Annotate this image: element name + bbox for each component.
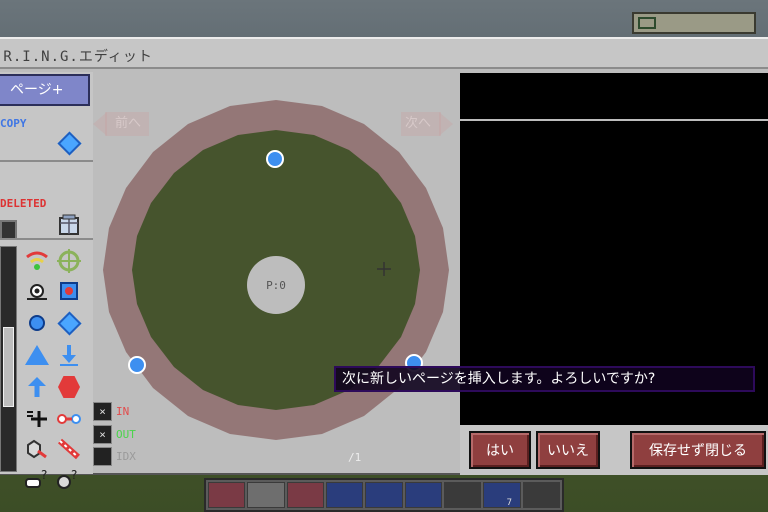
next-page-button[interactable]: 次へ xyxy=(401,112,453,136)
out-checkbox[interactable]: × xyxy=(93,425,112,444)
prev-page-label: 前へ xyxy=(115,116,142,131)
out-label: OUT xyxy=(116,428,136,441)
link-chain-tool[interactable] xyxy=(56,406,82,432)
trash-cube-icon[interactable] xyxy=(56,212,82,238)
chevron-left-icon xyxy=(93,112,107,136)
close-without-saving-button[interactable]: 保存せず閉じる xyxy=(630,431,766,469)
hex-bolt-tool[interactable] xyxy=(24,436,50,462)
svg-text:?: ? xyxy=(71,468,77,482)
tool-scrollbar[interactable] xyxy=(0,246,17,472)
hotbar-count: 7 xyxy=(506,498,512,508)
diamond-node-tool[interactable] xyxy=(56,310,82,336)
idx-label: IDX xyxy=(116,450,136,463)
ring-node[interactable] xyxy=(128,356,146,374)
title-bar: .R.I.N.G.エディット xyxy=(0,39,768,69)
idx-checkbox[interactable] xyxy=(93,447,112,466)
copy-label: COPY xyxy=(0,117,27,130)
page-count: /1 xyxy=(348,451,362,464)
minimap-frame xyxy=(632,12,756,34)
confirm-message: 次に新しいページを挿入します。よろしいですか? xyxy=(334,366,755,392)
ring-canvas[interactable]: P:0 前へ 次へ xyxy=(93,72,459,468)
crosshair-target-tool[interactable] xyxy=(56,248,82,274)
copy-diamond-tool[interactable] xyxy=(56,130,82,156)
add-page-button[interactable]: ページ+ xyxy=(0,74,90,106)
deleted-slot[interactable] xyxy=(0,220,17,240)
stop-hexagon-tool[interactable] xyxy=(56,374,82,400)
scroll-thumb[interactable] xyxy=(3,327,14,407)
question-node-tool[interactable]: ? xyxy=(56,466,82,492)
properties-panel xyxy=(460,121,768,461)
tool-palette: ページ+ COPY DELETED ? ? xyxy=(0,72,93,489)
ring-node[interactable] xyxy=(266,150,284,168)
plus-arrow-tool[interactable] xyxy=(24,406,50,432)
blue-red-node-tool[interactable] xyxy=(56,278,82,304)
red-chain-tool[interactable] xyxy=(56,436,82,462)
ring-editor-window: .R.I.N.G.エディット ページ+ COPY DELETED ? ? P:0… xyxy=(0,37,768,489)
prev-page-button[interactable]: 前へ xyxy=(93,112,149,136)
next-page-label: 次へ xyxy=(405,116,432,131)
window-title: .R.I.N.G.エディット xyxy=(0,49,153,65)
preview-panel xyxy=(460,73,768,119)
wifi-signal-tool[interactable] xyxy=(24,248,50,274)
circle-node-tool[interactable] xyxy=(24,310,50,336)
down-arrow-split-tool[interactable] xyxy=(56,342,82,368)
svg-text:?: ? xyxy=(41,468,47,482)
in-label: IN xyxy=(116,405,130,418)
yes-button[interactable]: はい xyxy=(469,431,531,469)
no-button[interactable]: いいえ xyxy=(536,431,600,469)
deleted-label: DELETED xyxy=(0,197,47,210)
center-hub-label: P:0 xyxy=(266,279,286,292)
triangle-node-tool[interactable] xyxy=(24,342,50,368)
up-arrow-tool[interactable] xyxy=(24,374,50,400)
hotbar[interactable]: 7 xyxy=(204,478,564,512)
in-checkbox[interactable]: × xyxy=(93,402,112,421)
question-chain-tool[interactable]: ? xyxy=(24,466,50,492)
eye-node-tool[interactable] xyxy=(24,278,50,304)
chevron-right-icon xyxy=(439,112,453,136)
